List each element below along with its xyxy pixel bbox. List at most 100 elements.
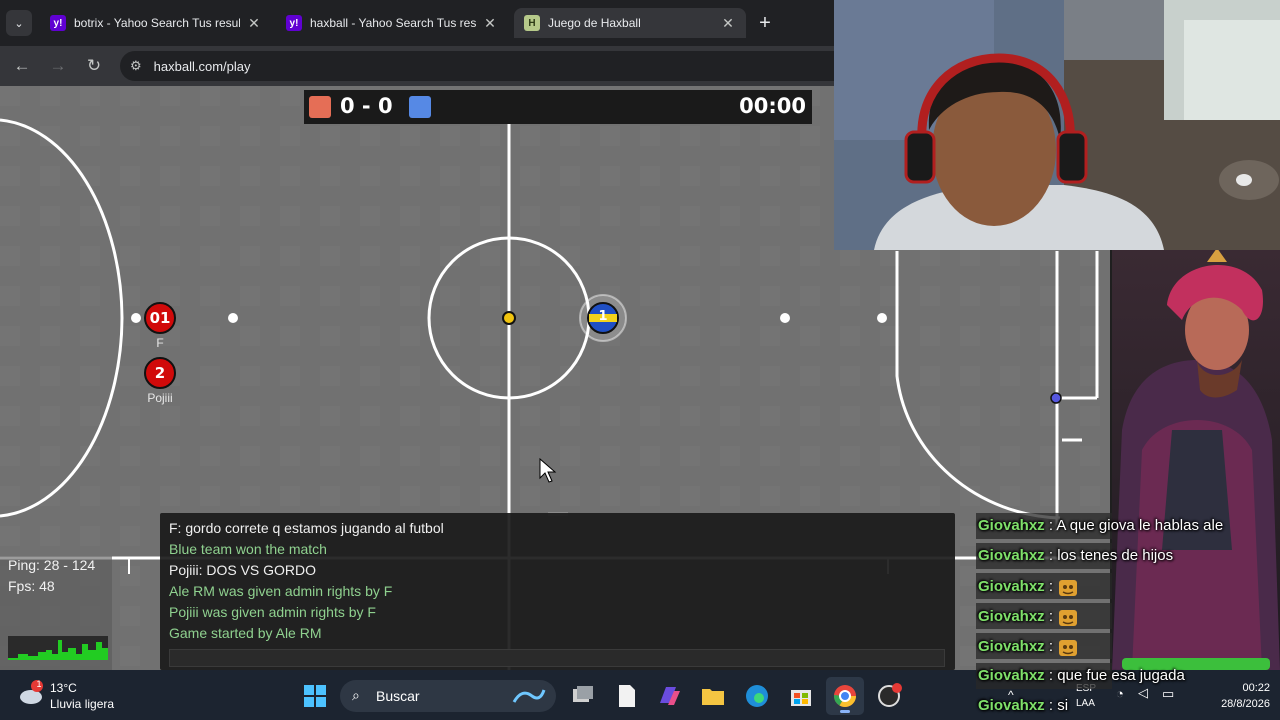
chat-separator: : — [1044, 637, 1058, 655]
player-name: Pojiii — [147, 391, 173, 405]
chat-notice: Ale RM was given admin rights by F — [169, 583, 393, 599]
search-label: Buscar — [376, 688, 420, 704]
goal-post — [1050, 392, 1062, 404]
edge-icon[interactable] — [744, 683, 770, 709]
stream-chat-line: Giovahxz : los tenes de hijos — [978, 547, 1173, 564]
ball — [502, 311, 516, 325]
close-icon[interactable]: ✕ — [246, 15, 262, 32]
ping-text: Ping: 28 - 124 — [8, 557, 96, 573]
score: 0 - 0 — [340, 94, 393, 118]
chat-username: Giovahxz — [978, 637, 1045, 655]
chat-text: si — [1057, 697, 1069, 714]
game-chat: F: gordo correte q estamos jugando al fu… — [160, 513, 955, 670]
tab-search-button[interactable]: ⌄ — [6, 10, 32, 36]
emote-icon — [1059, 610, 1078, 626]
yahoo-icon: y! — [286, 15, 302, 31]
reload-button[interactable]: ↻ — [82, 54, 106, 78]
network-stats: Ping: 28 - 124 Fps: 48 — [0, 556, 112, 670]
arrow-left-icon: ← — [13, 56, 31, 75]
weather-description: Lluvia ligera — [50, 697, 115, 711]
site-info-icon[interactable]: ⚙ — [130, 58, 142, 74]
haxball-icon: H — [524, 15, 540, 31]
arrow-right-icon: → — [49, 56, 67, 75]
clock-date[interactable]: 28/8/2026 — [1196, 698, 1270, 710]
url-text: haxball.com/play — [153, 58, 251, 74]
browser-toolbar: ← → ↻ ⚙ haxball.com/play — [0, 46, 834, 86]
browser-tab-strip: ⌄ y! botrix - Yahoo Search Tus result ✕ … — [0, 0, 834, 46]
chat-separator: : — [1044, 697, 1058, 714]
chat-username: Giovahxz — [978, 517, 1045, 534]
chat-username: Giovahxz — [978, 547, 1045, 564]
red-team-swatch — [309, 96, 331, 118]
webcam-image — [834, 0, 1280, 250]
wifi-icon[interactable]: ◔ — [1116, 686, 1124, 701]
player-number: 2 — [154, 364, 166, 382]
volume-icon[interactable]: ◁ — [1138, 685, 1148, 701]
field-marker — [877, 313, 887, 323]
webcam-feed — [834, 0, 1280, 250]
chrome-taskbar-button[interactable] — [826, 677, 864, 715]
stream-chat-line: Giovahxz : que fue esa jugada — [978, 667, 1185, 684]
stream-chat-line: Giovahxz : — [978, 577, 1079, 597]
scoreboard: 0 - 0 00:00 — [304, 90, 812, 124]
stream-chat-line: Giovahxz : si — [978, 697, 1068, 714]
player-number: 1 — [598, 309, 608, 324]
fps-text: Fps: 48 — [8, 578, 55, 594]
tab-title: haxball - Yahoo Search Tus resu — [310, 16, 476, 30]
yahoo-icon: y! — [50, 15, 66, 31]
chevron-down-icon: ⌄ — [14, 17, 24, 30]
chat-separator: : — [1044, 667, 1058, 684]
file-icon[interactable] — [614, 683, 640, 709]
forward-button[interactable]: → — [46, 54, 70, 78]
field-marker — [780, 313, 790, 323]
clock-time[interactable]: 00:22 — [1220, 682, 1270, 694]
address-bar[interactable]: ⚙ haxball.com/play — [120, 51, 834, 81]
reload-icon: ↻ — [86, 56, 102, 75]
chat-message: F: gordo correte q estamos jugando al fu… — [169, 520, 444, 536]
taskbar-search[interactable]: ⌕ Buscar — [340, 680, 556, 712]
chat-text: los tenes de hijos — [1057, 547, 1174, 564]
chat-notice: Blue team won the match — [169, 541, 327, 557]
chat-input[interactable] — [169, 649, 945, 667]
obs-icon[interactable] — [876, 683, 902, 709]
chat-separator: : — [1044, 517, 1057, 534]
emote-icon — [1059, 580, 1078, 596]
chat-text: que fue esa jugada — [1057, 667, 1185, 684]
microsoft-365-icon[interactable] — [656, 683, 682, 709]
chat-separator: : — [1044, 607, 1058, 625]
tab-title: Juego de Haxball — [548, 16, 641, 30]
close-icon[interactable]: ✕ — [482, 15, 498, 32]
new-tab-button[interactable]: + — [752, 10, 778, 36]
keyboard-layout[interactable]: LAA — [1076, 698, 1095, 709]
chat-username: Giovahxz — [978, 697, 1045, 714]
fps-graph — [8, 636, 108, 660]
chat-separator: : — [1044, 547, 1058, 564]
chat-message: Pojiii: DOS VS GORDO — [169, 562, 317, 578]
folder-icon[interactable] — [700, 683, 726, 709]
chat-text: A que giova le hablas ale — [1056, 517, 1224, 534]
tab-haxball-search[interactable]: y! haxball - Yahoo Search Tus resu ✕ — [276, 8, 508, 38]
chat-username: Giovahxz — [978, 577, 1045, 595]
chat-notice: Pojiii was given admin rights by F — [169, 604, 376, 620]
stream-chat-line: Giovahxz : A que giova le hablas ale — [978, 517, 1223, 534]
streamer-art — [1112, 250, 1280, 670]
windows-start-icon[interactable] — [302, 683, 328, 709]
tab-botrix[interactable]: y! botrix - Yahoo Search Tus result ✕ — [40, 8, 272, 38]
close-icon[interactable]: ✕ — [720, 15, 736, 32]
stream-chat-line: Giovahxz : — [978, 637, 1079, 657]
field-marker — [228, 313, 238, 323]
weather-temperature: 13°C — [50, 681, 77, 695]
player-name: F — [156, 336, 164, 350]
tab-juego-de-haxball[interactable]: H Juego de Haxball ✕ — [514, 8, 746, 38]
emote-icon — [1059, 640, 1078, 656]
store-icon[interactable] — [788, 683, 814, 709]
field-marker — [131, 313, 141, 323]
blue-team-swatch — [409, 96, 431, 118]
player-number: 01 — [149, 309, 171, 327]
battery-icon[interactable]: ▭ — [1162, 686, 1174, 702]
chat-username: Giovahxz — [978, 667, 1045, 684]
task-view-icon[interactable] — [570, 683, 596, 709]
tab-title: botrix - Yahoo Search Tus result — [74, 16, 240, 30]
back-button[interactable]: ← — [10, 54, 34, 78]
stream-chat-line: Giovahxz : — [978, 607, 1079, 627]
